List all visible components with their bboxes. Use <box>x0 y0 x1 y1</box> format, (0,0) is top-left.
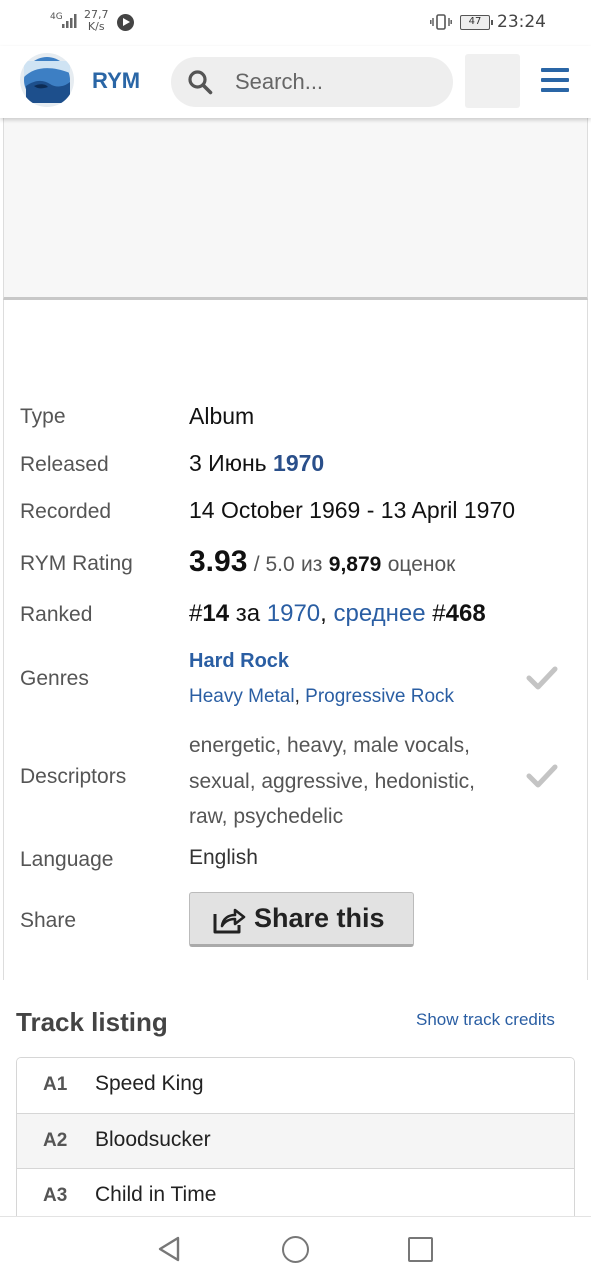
rating-count: 9,879 <box>328 553 382 576</box>
track-title[interactable]: Child in Time <box>95 1183 216 1207</box>
ranked-overall-rank: 468 <box>445 600 486 627</box>
back-icon[interactable] <box>156 1235 182 1263</box>
status-bar: 4G 27,7 K/s 47 23:24 <box>0 0 591 46</box>
descriptor-vote-check-icon[interactable] <box>526 763 558 789</box>
released-year-link[interactable]: 1970 <box>273 450 324 476</box>
content-frame <box>3 300 588 980</box>
share-label: Share <box>20 909 77 932</box>
rating-value-row: 3.93 / 5.0 из 9,879 оценок <box>189 545 455 579</box>
battery-icon: 47 <box>460 15 493 30</box>
share-button-label: Share this <box>254 903 385 933</box>
language-label: Language <box>20 848 114 871</box>
track-number: A2 <box>43 1129 68 1151</box>
share-button[interactable]: Share this <box>189 892 414 947</box>
rym-logo-icon[interactable] <box>20 53 74 107</box>
type-label: Type <box>20 405 66 428</box>
ranked-year-link[interactable]: 1970 <box>267 600 320 627</box>
language-value: English <box>189 846 258 869</box>
rating-value: 3.93 <box>189 545 248 578</box>
type-value: Album <box>189 403 255 429</box>
genres-label: Genres <box>20 667 89 690</box>
released-date: 3 Июнь <box>189 450 267 476</box>
recorded-value: 14 October 1969 - 13 April 1970 <box>189 497 516 523</box>
genre-vote-check-icon[interactable] <box>526 665 558 691</box>
track-row[interactable]: A2 Bloodsucker <box>17 1113 574 1169</box>
search-input[interactable] <box>235 57 445 107</box>
ranked-value: #14 за 1970, среднее #468 <box>189 600 486 627</box>
site-header: RYM <box>0 46 591 118</box>
rating-count-label: оценок <box>387 553 456 576</box>
show-track-credits-link[interactable]: Show track credits <box>416 1010 555 1030</box>
network-type: 4G <box>50 12 63 22</box>
album-cover-area <box>3 114 588 300</box>
signal-icon <box>62 14 77 28</box>
rating-scale: / 5.0 <box>253 553 295 576</box>
released-value: 3 Июнь 1970 <box>189 450 324 477</box>
recorded-label: Recorded <box>20 500 112 523</box>
ranked-year-rank: 14 <box>202 600 230 627</box>
recent-apps-icon[interactable] <box>408 1237 433 1262</box>
brand-name[interactable]: RYM <box>92 68 140 94</box>
track-title[interactable]: Bloodsucker <box>95 1128 211 1152</box>
track-listing-heading: Track listing <box>16 1007 168 1037</box>
system-nav-bar <box>0 1216 591 1280</box>
ranked-label: Ranked <box>20 603 93 626</box>
descriptors-label: Descriptors <box>20 765 127 788</box>
track-list: A1 Speed King A2 Bloodsucker A3 Child in… <box>16 1057 575 1226</box>
share-icon <box>213 908 246 934</box>
genre-secondary-link[interactable]: Heavy Metal <box>189 686 295 707</box>
home-icon[interactable] <box>282 1236 309 1263</box>
track-number: A1 <box>43 1074 68 1095</box>
released-label: Released <box>20 453 109 476</box>
genre-secondary-list: Heavy Metal, Progressive Rock <box>189 686 455 707</box>
rating-from: из <box>301 553 323 576</box>
track-number: A3 <box>43 1185 68 1206</box>
search-icon[interactable] <box>187 69 213 95</box>
user-avatar[interactable] <box>465 54 520 108</box>
hamburger-menu-icon[interactable] <box>541 68 569 92</box>
search-bar[interactable] <box>171 57 453 107</box>
rating-label: RYM Rating <box>20 552 133 575</box>
genre-primary-link[interactable]: Hard Rock <box>189 650 289 673</box>
ranked-overall-link[interactable]: среднее <box>334 600 426 627</box>
media-play-icon <box>117 14 134 31</box>
network-speed: 27,7 K/s <box>84 8 109 33</box>
vibrate-icon <box>430 14 452 30</box>
clock: 23:24 <box>497 12 546 32</box>
track-row[interactable]: A1 Speed King <box>17 1058 574 1114</box>
descriptors-value: energetic, heavy, male vocals, sexual, a… <box>189 734 475 828</box>
track-title[interactable]: Speed King <box>95 1072 204 1096</box>
genre-secondary-link[interactable]: Progressive Rock <box>305 686 454 707</box>
